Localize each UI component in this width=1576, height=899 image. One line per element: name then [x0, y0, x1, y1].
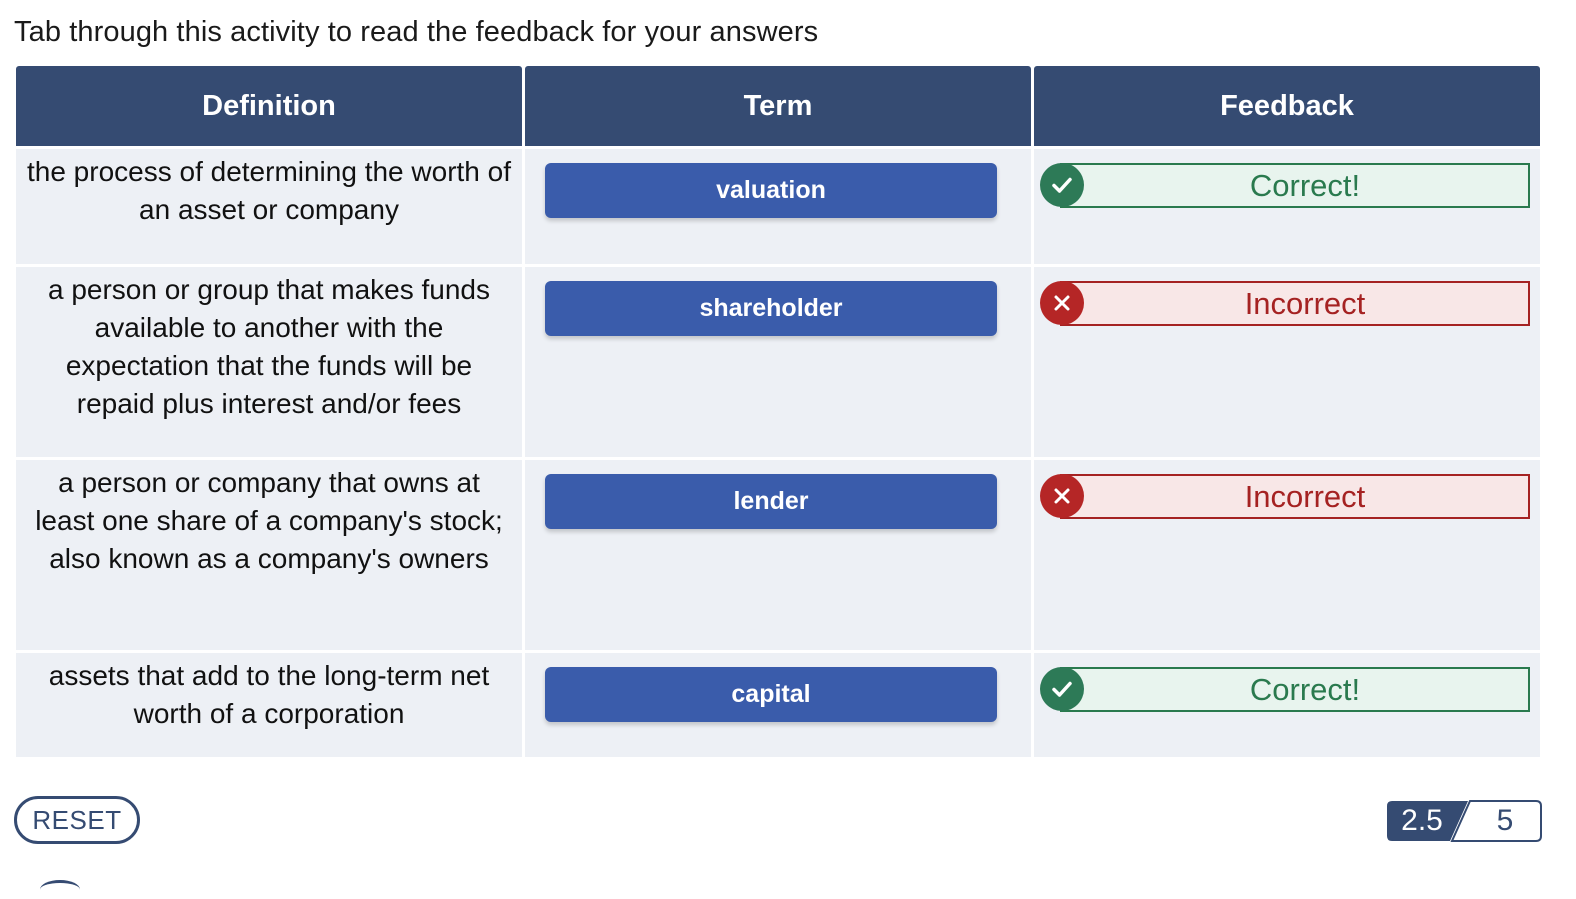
score-earned: 2.5: [1401, 804, 1443, 837]
term-button[interactable]: valuation: [545, 163, 997, 218]
instructions-text: Tab through this activity to read the fe…: [14, 16, 819, 48]
definition-cell: assets that add to the long-term net wor…: [16, 653, 522, 757]
definition-cell: a person or group that makes funds avail…: [16, 267, 522, 457]
term-button[interactable]: lender: [545, 474, 997, 529]
check-circle-icon: [1040, 163, 1084, 207]
feedback-cell: Incorrect: [1034, 267, 1540, 457]
activity-table: Definition Term Feedback the process of …: [16, 66, 1540, 757]
x-circle-icon: [1040, 281, 1084, 325]
partial-control-edge: [40, 880, 80, 899]
score-total: 5: [1496, 804, 1514, 837]
term-cell: valuation: [525, 149, 1031, 264]
x-circle-icon: [1040, 474, 1084, 518]
feedback-box[interactable]: Incorrect: [1060, 474, 1530, 519]
definition-text: assets that add to the long-term net wor…: [48, 660, 490, 729]
check-circle-icon: [1040, 667, 1084, 711]
definition-text: a person or group that makes funds avail…: [47, 274, 491, 419]
feedback-box[interactable]: Correct!: [1060, 667, 1530, 712]
feedback-cell: Incorrect: [1034, 460, 1540, 650]
term-button[interactable]: capital: [545, 667, 997, 722]
header-feedback: Feedback: [1034, 66, 1540, 146]
term-cell: shareholder: [525, 267, 1031, 457]
definition-cell: the process of determining the worth of …: [16, 149, 522, 264]
definition-text: the process of determining the worth of …: [26, 156, 512, 225]
score-display: 2.5 5: [1386, 800, 1542, 842]
header-definition: Definition: [16, 66, 522, 146]
feedback-cell: Correct!: [1034, 653, 1540, 757]
definition-text: a person or company that owns at least o…: [35, 467, 503, 574]
feedback-cell: Correct!: [1034, 149, 1540, 264]
term-button[interactable]: shareholder: [545, 281, 997, 336]
reset-button[interactable]: RESET: [14, 796, 140, 844]
feedback-box[interactable]: Incorrect: [1060, 281, 1530, 326]
term-cell: lender: [525, 460, 1031, 650]
header-term: Term: [525, 66, 1031, 146]
definition-cell: a person or company that owns at least o…: [16, 460, 522, 650]
feedback-box[interactable]: Correct!: [1060, 163, 1530, 208]
term-cell: capital: [525, 653, 1031, 757]
